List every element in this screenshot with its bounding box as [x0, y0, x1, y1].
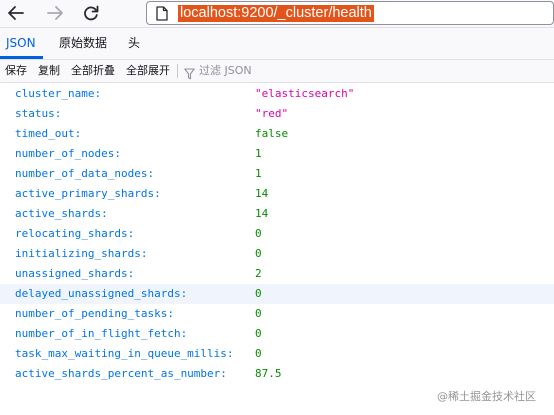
- forward-arrow-icon[interactable]: [43, 2, 67, 24]
- filter-icon: [184, 65, 195, 84]
- json-key: number_of_data_nodes:: [15, 167, 155, 180]
- json-row: number_of_data_nodes: 1: [0, 164, 554, 184]
- json-value: "elasticsearch": [255, 87, 355, 100]
- json-key: number_of_nodes:: [15, 147, 121, 160]
- copy-button[interactable]: 复制: [38, 60, 60, 82]
- json-value: 14: [255, 187, 269, 200]
- json-key: cluster_name:: [15, 87, 102, 100]
- tab-headers[interactable]: 头: [128, 28, 140, 59]
- json-value: "red": [255, 107, 289, 120]
- json-key: delayed_unassigned_shards:: [15, 287, 188, 300]
- watermark: @稀土掘金技术社区: [437, 390, 536, 403]
- json-row: number_of_nodes: 1: [0, 144, 554, 164]
- page-icon: [156, 6, 168, 25]
- json-value: 0: [255, 227, 262, 240]
- json-value: 0: [255, 247, 262, 260]
- json-row: cluster_name: "elasticsearch": [0, 84, 554, 104]
- json-key: number_of_pending_tasks:: [15, 307, 174, 320]
- json-row: initializing_shards: 0: [0, 244, 554, 264]
- json-key: active_shards:: [15, 207, 108, 220]
- json-key: unassigned_shards:: [15, 267, 135, 280]
- json-toolbar: 保存 复制 全部折叠 全部展开 过滤 JSON: [0, 60, 554, 83]
- json-key: number_of_in_flight_fetch:: [15, 327, 188, 340]
- json-key: status:: [15, 107, 62, 120]
- json-value: 0: [255, 327, 262, 340]
- tab-raw-data[interactable]: 原始数据: [59, 28, 107, 59]
- json-value: 0: [255, 287, 262, 300]
- json-value: 0: [255, 347, 262, 360]
- json-key: relocating_shards:: [15, 227, 135, 240]
- json-value: 1: [255, 167, 262, 180]
- json-row: number_of_pending_tasks: 0: [0, 304, 554, 324]
- json-row: active_shards: 14: [0, 204, 554, 224]
- json-row: number_of_in_flight_fetch: 0: [0, 324, 554, 344]
- active-tab-indicator: [0, 56, 43, 59]
- json-tree: cluster_name: "elasticsearch" status: "r…: [0, 84, 554, 384]
- json-row: task_max_waiting_in_queue_millis: 0: [0, 344, 554, 364]
- json-value: false: [255, 127, 289, 140]
- json-value: 2: [255, 267, 262, 280]
- browser-toolbar: localhost:9200/_cluster/health: [0, 0, 554, 28]
- json-key: initializing_shards:: [15, 247, 148, 260]
- json-value: 1: [255, 147, 262, 160]
- json-value: 0: [255, 307, 262, 320]
- json-row: status: "red": [0, 104, 554, 124]
- json-row-hovered: delayed_unassigned_shards: 0: [0, 284, 554, 304]
- json-row: relocating_shards: 0: [0, 224, 554, 244]
- json-key: task_max_waiting_in_queue_millis:: [15, 347, 234, 360]
- json-key: timed_out:: [15, 127, 82, 140]
- expand-all-button[interactable]: 全部展开: [126, 60, 170, 82]
- reload-icon[interactable]: [79, 2, 103, 24]
- json-row: unassigned_shards: 2: [0, 264, 554, 284]
- viewer-tabs: JSON 原始数据 头: [0, 28, 554, 60]
- tab-json[interactable]: JSON: [6, 28, 36, 59]
- json-value: 87.5: [255, 367, 282, 380]
- json-key: active_shards_percent_as_number:: [15, 367, 227, 380]
- save-button[interactable]: 保存: [5, 60, 27, 82]
- json-row: timed_out: false: [0, 124, 554, 144]
- json-key: active_primary_shards:: [15, 187, 161, 200]
- url-text[interactable]: localhost:9200/_cluster/health: [178, 5, 374, 22]
- toolbar-divider: [177, 64, 178, 78]
- back-arrow-icon[interactable]: [4, 2, 28, 24]
- json-row: active_shards_percent_as_number: 87.5: [0, 364, 554, 384]
- json-value: 14: [255, 207, 269, 220]
- json-row: active_primary_shards: 14: [0, 184, 554, 204]
- collapse-all-button[interactable]: 全部折叠: [71, 60, 115, 82]
- address-bar[interactable]: localhost:9200/_cluster/health: [146, 1, 554, 25]
- filter-json-input[interactable]: 过滤 JSON: [199, 60, 252, 82]
